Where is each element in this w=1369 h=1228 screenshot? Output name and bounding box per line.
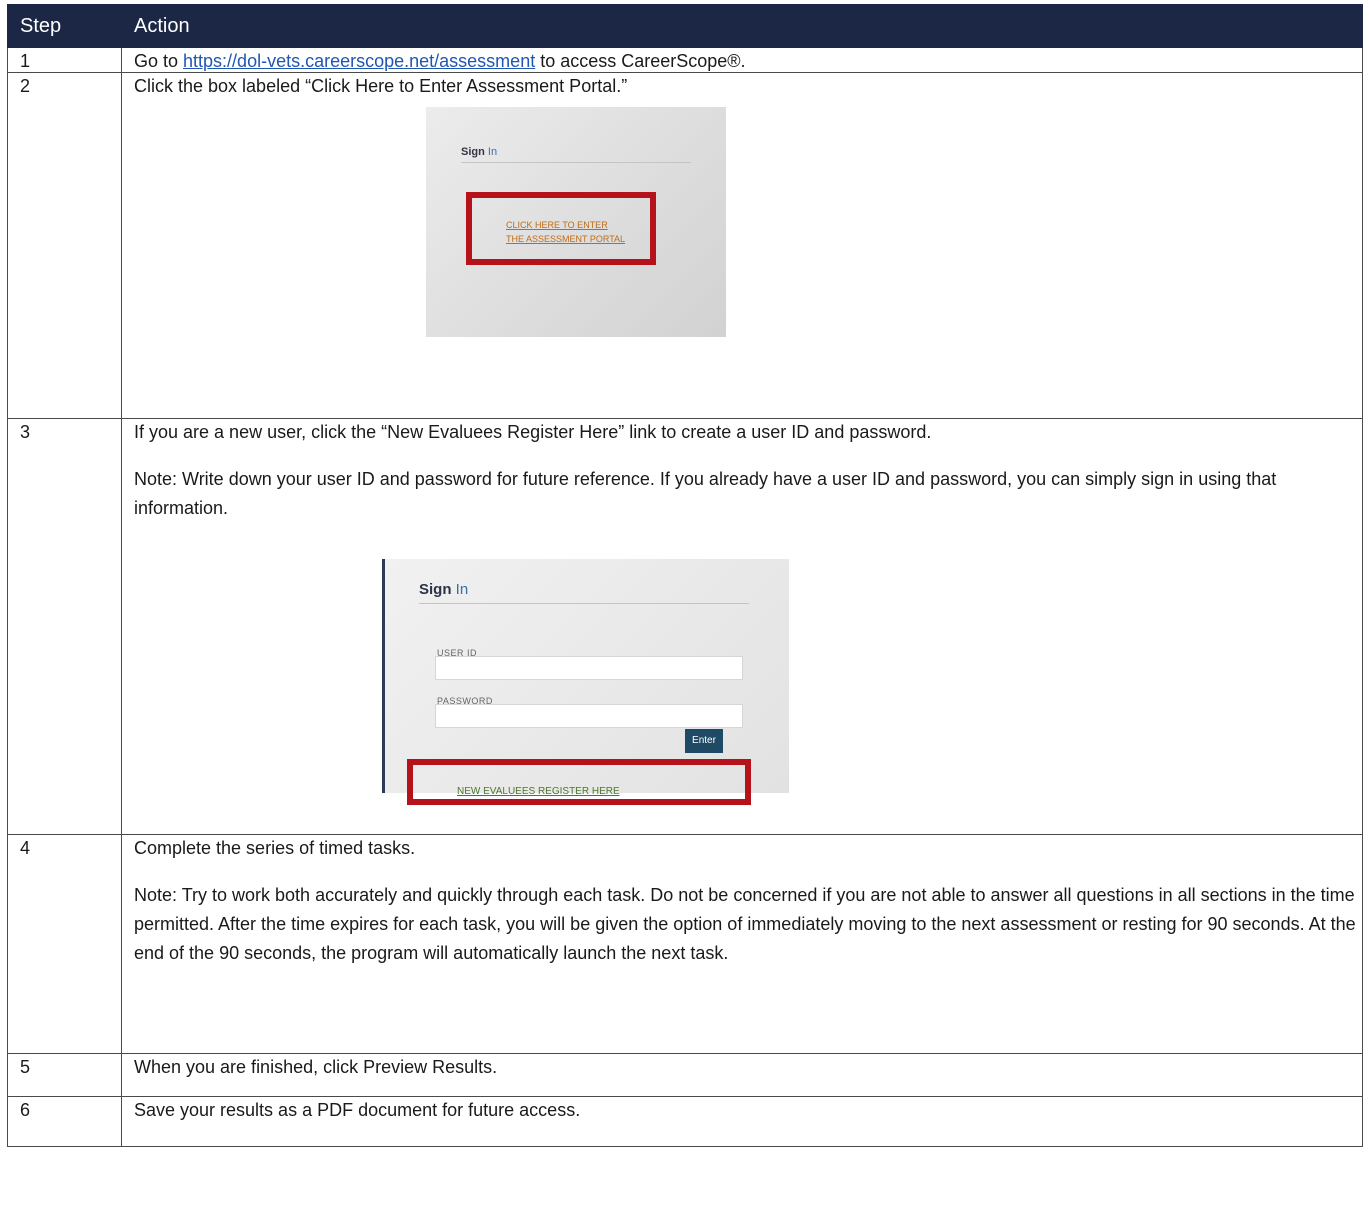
sign-in-form-screenshot: Sign In USER ID PASSWORD Enter NEW EVALU… <box>382 559 789 805</box>
step-number: 5 <box>7 1053 122 1097</box>
table-header-row: Step Action <box>7 4 1363 48</box>
cta-line-2: THE ASSESSMENT PORTAL <box>506 234 626 244</box>
step-number: 6 <box>7 1096 122 1147</box>
sign-word: Sign <box>461 146 485 158</box>
cta-line-1: CLICK HERE TO ENTER <box>506 220 608 230</box>
header-step: Step <box>7 4 122 48</box>
careerscope-link[interactable]: https://dol-vets.careerscope.net/assessm… <box>183 51 535 71</box>
in-word: In <box>455 581 469 598</box>
table-row: 4 Complete the series of timed tasks. No… <box>7 834 1363 1054</box>
sign-in-heading: Sign In <box>461 141 497 163</box>
in-word: In <box>487 146 498 158</box>
sign-word: Sign <box>419 581 452 598</box>
step-note: Note: Write down your user ID and passwo… <box>134 469 1277 518</box>
step-text-post: to access CareerScope®. <box>535 51 746 71</box>
step-action: If you are a new user, click the “New Ev… <box>121 418 1363 835</box>
step-text: Click the box labeled “Click Here to Ent… <box>134 76 628 96</box>
assessment-portal-screenshot: Sign In CLICK HERE TO ENTER THE ASSESSME… <box>426 107 726 337</box>
enter-button[interactable]: Enter <box>685 729 723 753</box>
table-row: 6 Save your results as a PDF document fo… <box>7 1096 1363 1147</box>
header-action: Action <box>121 4 1363 48</box>
step-text-pre: Go to <box>134 51 184 71</box>
step-action: Go to https://dol-vets.careerscope.net/a… <box>121 47 1363 73</box>
sign-in-heading: Sign In <box>419 579 468 601</box>
table-row: 5 When you are finished, click Preview R… <box>7 1053 1363 1097</box>
steps-table: Step Action 1 Go to https://dol-vets.car… <box>7 4 1363 1147</box>
divider <box>419 603 749 604</box>
step-number: 2 <box>7 72 122 419</box>
step-action: Click the box labeled “Click Here to Ent… <box>121 72 1363 419</box>
step-number: 1 <box>7 47 122 73</box>
step-text: Complete the series of timed tasks. <box>134 838 416 858</box>
step-note: Note: Try to work both accurately and qu… <box>134 885 1356 963</box>
userid-field[interactable] <box>435 656 743 680</box>
step-text: If you are a new user, click the “New Ev… <box>134 422 932 442</box>
step-number: 3 <box>7 418 122 835</box>
table-row: 1 Go to https://dol-vets.careerscope.net… <box>7 47 1363 73</box>
table-row: 2 Click the box labeled “Click Here to E… <box>7 72 1363 419</box>
step-number: 4 <box>7 834 122 1054</box>
step-action: Complete the series of timed tasks. Note… <box>121 834 1363 1054</box>
enter-portal-link[interactable]: CLICK HERE TO ENTER THE ASSESSMENT PORTA… <box>506 218 625 246</box>
register-link[interactable]: NEW EVALUEES REGISTER HERE <box>457 781 620 803</box>
password-field[interactable] <box>435 704 743 728</box>
table-row: 3 If you are a new user, click the “New … <box>7 418 1363 835</box>
step-action: Save your results as a PDF document for … <box>121 1096 1363 1147</box>
step-action: When you are finished, click Preview Res… <box>121 1053 1363 1097</box>
divider <box>461 162 691 163</box>
